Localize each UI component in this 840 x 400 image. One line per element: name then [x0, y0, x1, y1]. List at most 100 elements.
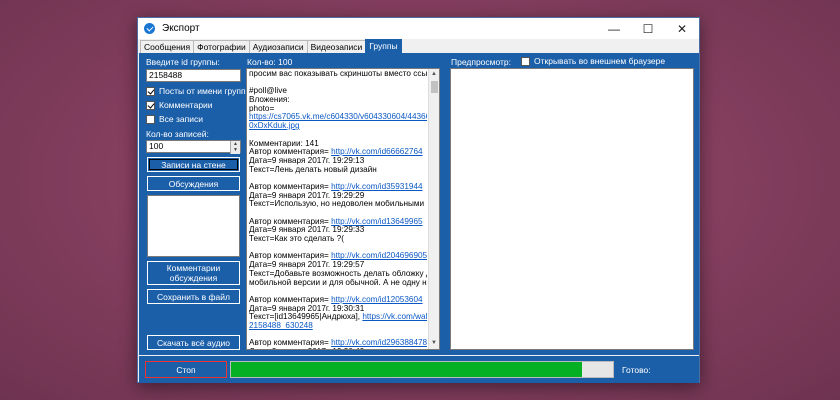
result-line: Автор комментария= http://vk.com/id12053…	[249, 296, 427, 305]
result-line-text: Автор комментария=	[249, 252, 332, 261]
result-line-link[interactable]: http://vk.com/id35931944	[331, 183, 423, 191]
count-value: 100	[149, 141, 164, 151]
result-line-link[interactable]: https://cs7065.vk.me/c604330/v604330604/…	[249, 113, 427, 121]
all-posts-check-box[interactable]	[146, 114, 155, 124]
scroll-thumb[interactable]	[431, 81, 438, 93]
result-line	[249, 79, 427, 88]
maximize-button[interactable]: ☐	[631, 18, 665, 39]
result-line-text: #poll@live	[249, 87, 287, 96]
result-line: Комментарии: 141	[249, 140, 427, 149]
stepper-down-icon[interactable]: ▼	[231, 147, 240, 153]
result-line-text: photo=	[249, 104, 275, 113]
group-posts-label: Посты от имени группы	[159, 86, 252, 96]
result-line-text: мобильной версии и для обычной. А не одн…	[249, 278, 427, 287]
result-line: Автор комментария= http://vk.com/id29638…	[249, 339, 427, 348]
tab-strip: Сообщения Фотографии Аудиозаписи Видеоза…	[138, 39, 699, 53]
discussion-comments-button[interactable]: Комментарии обсуждения	[147, 261, 240, 285]
comments-label: Комментарии	[159, 100, 213, 110]
count-label: Кол-во записей:	[146, 129, 209, 139]
result-line-link[interactable]: http://vk.com/id13649965	[331, 218, 423, 226]
group-id-input[interactable]: 2158488	[146, 69, 241, 82]
result-line: Дата=9 января 2017г. 19:29:57	[249, 261, 427, 270]
result-line-link[interactable]: https://vk.com/wall-	[362, 313, 427, 321]
comments-check-box[interactable]	[146, 100, 155, 110]
result-line-link[interactable]: 0xDxKduk.jpg	[249, 122, 300, 130]
comments-checkbox[interactable]: Комментарии	[146, 100, 213, 110]
status-text: Готово:	[622, 365, 651, 375]
group-posts-checkbox[interactable]: Посты от имени группы	[146, 86, 252, 96]
results-textarea[interactable]: просим вас показывать скриншоты вместо с…	[246, 68, 440, 350]
result-line: Текст=Использую, но недоволен мобильными	[249, 200, 427, 209]
result-line-link[interactable]: http://vk.com/id296388478	[331, 339, 427, 347]
progress-bar	[230, 361, 614, 378]
result-line	[249, 287, 427, 296]
groups-tab-panel: Введите id группы: 2158488 Посты от имен…	[139, 53, 699, 355]
result-line-text: Текст=Добавьте возможность делать обложк…	[249, 269, 427, 278]
count-stepper[interactable]: 100 ▲ ▼	[146, 140, 241, 154]
tab-photos[interactable]: Фотографии	[193, 40, 250, 53]
result-line: #poll@live	[249, 87, 427, 96]
result-line-link[interactable]: http://vk.com/id12053604	[331, 296, 423, 304]
app-icon	[144, 23, 155, 34]
result-line: 2158488_630248	[249, 322, 427, 331]
result-line	[249, 174, 427, 183]
result-line: Текст=Добавьте возможность делать обложк…	[249, 270, 427, 279]
result-line-text: Комментарии: 141	[249, 139, 319, 148]
results-text: просим вас показывать скриншоты вместо с…	[249, 70, 427, 349]
result-line-text: Дата=9 января 2017г. 19:29:57	[249, 261, 365, 270]
group-id-label: Введите id группы:	[146, 57, 220, 67]
open-external-checkbox[interactable]: Открывать во внешнем браузере	[521, 56, 665, 66]
result-line-link[interactable]: 2158488_630248	[249, 322, 313, 330]
preview-label: Предпросмотр:	[451, 57, 512, 67]
group-posts-check-box[interactable]	[146, 86, 155, 96]
result-line-text: Вложения:	[249, 96, 290, 105]
result-line: https://cs7065.vk.me/c604330/v604330604/…	[249, 113, 427, 122]
title-bar[interactable]: Экспорт — ☐ ✕	[138, 18, 699, 39]
result-line-text: Дата=9 января 2017г. 19:30:49	[249, 348, 364, 349]
tab-audio[interactable]: Аудиозаписи	[248, 40, 308, 53]
scroll-up-icon[interactable]: ▲	[429, 69, 439, 80]
result-line: 0xDxKduk.jpg	[249, 122, 427, 131]
results-scrollbar[interactable]: ▲ ▼	[428, 69, 439, 349]
result-count-label: Кол-во: 100	[247, 57, 293, 67]
close-button[interactable]: ✕	[665, 18, 699, 39]
result-line-link[interactable]: http://vk.com/id66662764	[331, 148, 423, 156]
result-line-text: Дата=9 января 2017г. 19:29:33	[249, 226, 365, 235]
result-line: Автор комментария= http://vk.com/id66662…	[249, 148, 427, 157]
preview-browser[interactable]	[450, 68, 694, 350]
wall-posts-button[interactable]: Записи на стене	[147, 157, 240, 172]
result-line-text: Текст=Использую, но недоволен мобильными	[249, 200, 425, 209]
result-line	[249, 131, 427, 140]
result-line: Вложения:	[249, 96, 427, 105]
discussions-button[interactable]: Обсуждения	[147, 176, 240, 191]
discussions-list[interactable]	[147, 195, 240, 257]
result-line-text: Автор комментария=	[249, 182, 332, 191]
tab-messages[interactable]: Сообщения	[140, 40, 195, 53]
result-line: Автор комментария= http://vk.com/id13649…	[249, 218, 427, 227]
tab-video[interactable]: Видеозаписи	[306, 40, 367, 53]
result-line-text: Автор комментария=	[249, 339, 332, 348]
count-stepper-arrows[interactable]: ▲ ▼	[230, 141, 240, 154]
result-line: Дата=9 января 2017г. 19:29:13	[249, 157, 427, 166]
all-posts-label: Все записи	[159, 114, 203, 124]
export-window: Экспорт — ☐ ✕ Сообщения Фотографии Аудио…	[137, 17, 700, 383]
minimize-button[interactable]: —	[597, 18, 631, 39]
tab-groups[interactable]: Группы	[365, 39, 402, 53]
result-line	[249, 209, 427, 218]
scroll-down-icon[interactable]: ▼	[429, 338, 439, 349]
result-line-text: Автор комментария=	[249, 148, 332, 157]
result-line-text: Автор комментария=	[249, 217, 332, 226]
result-line-text: Автор комментария=	[249, 295, 332, 304]
open-external-check-box[interactable]	[521, 56, 530, 66]
progress-fill	[231, 362, 583, 377]
save-to-file-button[interactable]: Сохранить в файл	[147, 289, 240, 304]
result-line-link[interactable]: http://vk.com/id204696905	[331, 252, 427, 260]
result-line-text: Текст=[id13649965|Андрюха],	[249, 313, 363, 322]
open-external-label: Открывать во внешнем браузере	[534, 56, 666, 66]
stop-button[interactable]: Стоп	[145, 361, 227, 378]
result-line	[249, 244, 427, 253]
result-line-text: Текст=Как это сделать ?(	[249, 235, 344, 244]
result-line: мобильной версии и для обычной. А не одн…	[249, 279, 427, 288]
all-posts-checkbox[interactable]: Все записи	[146, 114, 203, 124]
download-all-audio-button[interactable]: Скачать всё аудио	[147, 335, 240, 350]
